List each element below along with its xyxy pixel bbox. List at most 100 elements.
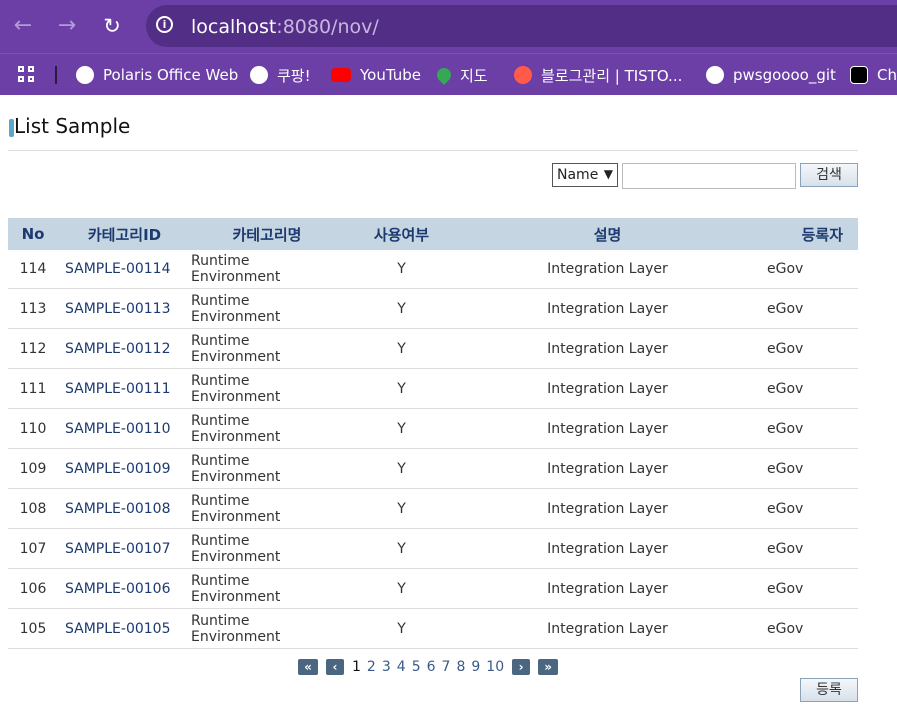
address-bar[interactable]: i localhost:8080/nov/ xyxy=(146,5,897,47)
cell-no: 107 xyxy=(8,528,58,569)
maps-icon xyxy=(434,65,454,85)
cell-category-id-link[interactable]: SAMPLE-00107 xyxy=(58,528,191,569)
table-row: 113 SAMPLE-00113 Runtime Environment Y Integ… xyxy=(8,288,858,329)
search-condition-value: Name xyxy=(557,167,599,183)
cell-no: 111 xyxy=(8,368,58,409)
bookmark-label: 블로그관리 | TISTO... xyxy=(541,66,683,85)
table-row: 109 SAMPLE-00109 Runtime Environment Y Integ… xyxy=(8,448,858,489)
first-page-icon[interactable]: « xyxy=(298,659,318,675)
site-info-icon[interactable]: i xyxy=(156,16,173,33)
bookmark-label: Cha xyxy=(877,66,897,84)
page-link[interactable]: 3 xyxy=(382,659,391,675)
cell-registrant: eGov xyxy=(755,528,858,569)
cell-description: Integration Layer xyxy=(460,288,755,329)
cell-registrant: eGov xyxy=(755,568,858,609)
cell-use-yn: Y xyxy=(343,528,460,569)
header-category-name: 카테고리명 xyxy=(191,218,343,250)
tistory-icon xyxy=(514,66,532,84)
cell-category-name: Runtime Environment xyxy=(191,288,343,329)
globe-icon xyxy=(250,66,268,84)
cell-use-yn: Y xyxy=(343,488,460,529)
table-row: 110 SAMPLE-00110 Runtime Environment Y Integ… xyxy=(8,408,858,449)
prev-page-icon[interactable]: ‹ xyxy=(326,659,344,675)
cell-no: 109 xyxy=(8,448,58,489)
cell-no: 112 xyxy=(8,328,58,369)
page-link[interactable]: 10 xyxy=(486,659,504,675)
cell-category-name: Runtime Environment xyxy=(191,608,343,649)
bookmark-github[interactable]: pwsgoooo_git xyxy=(706,63,836,87)
cell-category-name: Runtime Environment xyxy=(191,448,343,489)
cell-category-id-link[interactable]: SAMPLE-00106 xyxy=(58,568,191,609)
url-text[interactable]: localhost:8080/nov/ xyxy=(191,16,379,38)
cell-description: Integration Layer xyxy=(460,608,755,649)
cell-category-name: Runtime Environment xyxy=(191,528,343,569)
cell-registrant: eGov xyxy=(755,448,858,489)
back-arrow-icon[interactable]: ← xyxy=(10,13,36,39)
cell-use-yn: Y xyxy=(343,328,460,369)
cell-category-id-link[interactable]: SAMPLE-00112 xyxy=(58,328,191,369)
cell-category-name: Runtime Environment xyxy=(191,408,343,449)
apps-grid-icon[interactable] xyxy=(18,66,36,84)
cell-no: 110 xyxy=(8,408,58,449)
page-link[interactable]: 5 xyxy=(412,659,421,675)
cell-category-id-link[interactable]: SAMPLE-00108 xyxy=(58,488,191,529)
page-link[interactable]: 7 xyxy=(442,659,451,675)
cell-no: 105 xyxy=(8,608,58,649)
url-host: localhost xyxy=(191,16,277,38)
cell-registrant: eGov xyxy=(755,250,858,289)
cell-category-id-link[interactable]: SAMPLE-00109 xyxy=(58,448,191,489)
page-link[interactable]: 2 xyxy=(367,659,376,675)
bookmark-label: 쿠팡! xyxy=(277,66,311,85)
pagination: « ‹ 1 2 3 4 5 6 7 8 9 10 › » xyxy=(298,657,559,677)
cell-use-yn: Y xyxy=(343,608,460,649)
cell-category-id-link[interactable]: SAMPLE-00111 xyxy=(58,368,191,409)
browser-toolbar: ← → ↻ i localhost:8080/nov/ xyxy=(0,0,897,53)
header-description: 설명 xyxy=(460,218,755,250)
bookmark-coupang[interactable]: 쿠팡! xyxy=(250,63,311,87)
register-button[interactable]: 등록 xyxy=(800,678,858,702)
bookmark-tistory[interactable]: 블로그관리 | TISTO... xyxy=(514,63,682,87)
cell-category-id-link[interactable]: SAMPLE-00114 xyxy=(58,250,191,289)
cell-use-yn: Y xyxy=(343,288,460,329)
cell-use-yn: Y xyxy=(343,250,460,289)
chatgpt-icon xyxy=(850,66,868,84)
page-link[interactable]: 6 xyxy=(427,659,436,675)
cell-registrant: eGov xyxy=(755,408,858,449)
page-link-current[interactable]: 1 xyxy=(352,659,361,675)
search-condition-select[interactable]: Name ▼ xyxy=(552,163,618,187)
cell-category-id-link[interactable]: SAMPLE-00110 xyxy=(58,408,191,449)
cell-no: 106 xyxy=(8,568,58,609)
page-link[interactable]: 4 xyxy=(397,659,406,675)
last-page-icon[interactable]: » xyxy=(538,659,559,675)
cell-category-id-link[interactable]: SAMPLE-00105 xyxy=(58,608,191,649)
cell-no: 113 xyxy=(8,288,58,329)
next-page-icon[interactable]: › xyxy=(512,659,531,675)
page-link[interactable]: 9 xyxy=(471,659,480,675)
chevron-down-icon: ▼ xyxy=(603,167,613,181)
cell-use-yn: Y xyxy=(343,368,460,409)
cell-category-name: Runtime Environment xyxy=(191,368,343,409)
sample-list-table: No 카테고리ID 카테고리명 사용여부 설명 등록자 114 SAMPLE-00… xyxy=(8,218,858,649)
header-registrant: 등록자 xyxy=(755,218,858,250)
cell-description: Integration Layer xyxy=(460,488,755,529)
header-use-yn: 사용여부 xyxy=(343,218,460,250)
cell-use-yn: Y xyxy=(343,408,460,449)
bookmark-polaris[interactable]: Polaris Office Web xyxy=(76,63,238,87)
search-button[interactable]: 검색 xyxy=(800,163,858,187)
bookmark-chatgpt[interactable]: Cha xyxy=(850,63,897,87)
cell-registrant: eGov xyxy=(755,288,858,329)
reload-icon[interactable]: ↻ xyxy=(99,13,125,39)
cell-category-id-link[interactable]: SAMPLE-00113 xyxy=(58,288,191,329)
bookmark-youtube[interactable]: YouTube xyxy=(331,63,421,87)
url-path: :8080/nov/ xyxy=(276,16,379,38)
cell-category-name: Runtime Environment xyxy=(191,328,343,369)
cell-category-name: Runtime Environment xyxy=(191,488,343,529)
table-header-row: No 카테고리ID 카테고리명 사용여부 설명 등록자 xyxy=(8,218,858,250)
table-row: 111 SAMPLE-00111 Runtime Environment Y Integ… xyxy=(8,368,858,409)
table-row: 105 SAMPLE-00105 Runtime Environment Y Integ… xyxy=(8,608,858,649)
search-input[interactable] xyxy=(622,163,796,189)
forward-arrow-icon[interactable]: → xyxy=(54,13,80,39)
bookmark-maps[interactable]: 지도 xyxy=(434,63,488,87)
bookmark-label: pwsgoooo_git xyxy=(733,66,836,84)
page-link[interactable]: 8 xyxy=(456,659,465,675)
